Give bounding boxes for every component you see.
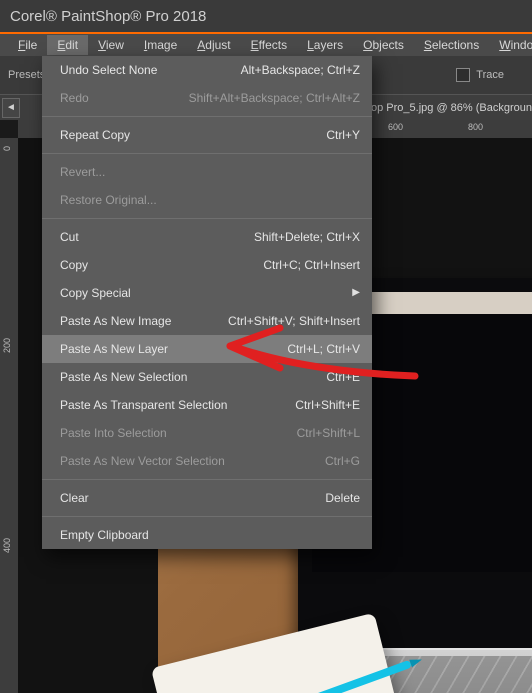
menu-item-label: Paste Into Selection xyxy=(60,425,167,441)
menu-item-shortcut: Ctrl+E xyxy=(326,369,360,385)
menu-item-label: Repeat Copy xyxy=(60,127,130,143)
menu-item-label: Revert... xyxy=(60,164,105,180)
menu-adjust[interactable]: Adjust xyxy=(187,35,240,55)
menu-separator xyxy=(42,153,372,154)
menu-item-shortcut: Ctrl+Y xyxy=(326,127,360,143)
menu-item-shortcut: Ctrl+Shift+V; Shift+Insert xyxy=(228,313,360,329)
nav-back-button[interactable]: ◄ xyxy=(2,98,20,118)
document-tab-label[interactable]: op Pro_5.jpg @ 86% (Backgroun xyxy=(371,102,532,114)
menu-item-label: Redo xyxy=(60,90,89,106)
menu-window[interactable]: Window xyxy=(489,35,532,55)
edit-menu-dropdown[interactable]: Undo Select None Alt+Backspace; Ctrl+Z Red… xyxy=(42,56,372,549)
menu-item-paste-as-new-layer[interactable]: Paste As New Layer Ctrl+L; Ctrl+V xyxy=(42,335,372,363)
menu-item-copy-special[interactable]: Copy Special ▶ xyxy=(42,279,372,307)
menu-separator xyxy=(42,479,372,480)
title-bar: Corel® PaintShop® Pro 2018 xyxy=(0,0,532,32)
menu-view[interactable]: View xyxy=(88,35,134,55)
menu-item-label: Empty Clipboard xyxy=(60,527,149,543)
menu-item-label: Copy Special xyxy=(60,285,131,301)
menu-label: Layers xyxy=(307,38,343,52)
ruler-tick: 200 xyxy=(2,338,12,353)
menu-bar[interactable]: File Edit View Image Adjust Effects Layers Obje… xyxy=(0,34,532,56)
menu-item-restore-original: Restore Original... xyxy=(42,186,372,214)
menu-item-copy[interactable]: Copy Ctrl+C; Ctrl+Insert xyxy=(42,251,372,279)
menu-item-label: Paste As Transparent Selection xyxy=(60,397,227,413)
menu-layers[interactable]: Layers xyxy=(297,35,353,55)
menu-file[interactable]: File xyxy=(8,35,47,55)
menu-item-revert: Revert... xyxy=(42,158,372,186)
menu-item-shortcut: Alt+Backspace; Ctrl+Z xyxy=(241,62,360,78)
menu-item-shortcut: Shift+Alt+Backspace; Ctrl+Alt+Z xyxy=(189,90,360,106)
chevron-left-icon: ◄ xyxy=(6,102,16,113)
menu-label: View xyxy=(98,38,124,52)
menu-label: Window xyxy=(499,38,532,52)
menu-separator xyxy=(42,218,372,219)
menu-selections[interactable]: Selections xyxy=(414,35,489,55)
menu-item-redo: Redo Shift+Alt+Backspace; Ctrl+Alt+Z xyxy=(42,84,372,112)
menu-item-shortcut: Ctrl+Shift+L xyxy=(297,425,360,441)
menu-item-label: Copy xyxy=(60,257,88,273)
menu-item-label: Undo Select None xyxy=(60,62,157,78)
menu-item-paste-as-new-vector-selection: Paste As New Vector Selection Ctrl+G xyxy=(42,447,372,475)
menu-label: Selections xyxy=(424,38,479,52)
menu-item-label: Paste As New Image xyxy=(60,313,171,329)
menu-item-paste-as-new-selection[interactable]: Paste As New Selection Ctrl+E xyxy=(42,363,372,391)
menu-edit[interactable]: Edit xyxy=(47,35,88,55)
menu-item-shortcut: Ctrl+Shift+E xyxy=(295,397,360,413)
menu-item-shortcut: Delete xyxy=(325,490,360,506)
menu-separator xyxy=(42,116,372,117)
menu-item-label: Cut xyxy=(60,229,79,245)
menu-label: Objects xyxy=(363,38,404,52)
menu-label: Effects xyxy=(251,38,287,52)
chevron-right-icon: ▶ xyxy=(352,285,360,301)
menu-item-label: Clear xyxy=(60,490,89,506)
menu-label: Edit xyxy=(57,38,78,52)
ruler-vertical: 0 200 400 xyxy=(0,138,18,693)
menu-item-shortcut: Ctrl+L; Ctrl+V xyxy=(287,341,360,357)
trace-option[interactable]: Trace xyxy=(456,68,504,82)
ruler-tick: 600 xyxy=(388,122,403,132)
menu-item-undo-select-none[interactable]: Undo Select None Alt+Backspace; Ctrl+Z xyxy=(42,56,372,84)
menu-item-cut[interactable]: Cut Shift+Delete; Ctrl+X xyxy=(42,223,372,251)
menu-effects[interactable]: Effects xyxy=(241,35,297,55)
menu-item-label: Paste As New Selection xyxy=(60,369,187,385)
ruler-tick: 400 xyxy=(2,538,12,553)
menu-label: Image xyxy=(144,38,177,52)
menu-objects[interactable]: Objects xyxy=(353,35,414,55)
menu-item-label: Paste As New Vector Selection xyxy=(60,453,225,469)
trace-checkbox[interactable] xyxy=(456,68,470,82)
menu-label: Adjust xyxy=(197,38,230,52)
ruler-tick: 800 xyxy=(468,122,483,132)
menu-item-shortcut: Shift+Delete; Ctrl+X xyxy=(254,229,360,245)
menu-item-shortcut: Ctrl+C; Ctrl+Insert xyxy=(263,257,360,273)
menu-label: File xyxy=(18,38,37,52)
ruler-tick: 0 xyxy=(2,146,12,151)
trace-label: Trace xyxy=(476,69,504,81)
menu-item-paste-as-transparent-selection[interactable]: Paste As Transparent Selection Ctrl+Shift… xyxy=(42,391,372,419)
menu-item-shortcut: Ctrl+G xyxy=(325,453,360,469)
menu-item-label: Restore Original... xyxy=(60,192,157,208)
menu-item-paste-into-selection: Paste Into Selection Ctrl+Shift+L xyxy=(42,419,372,447)
menu-item-empty-clipboard[interactable]: Empty Clipboard xyxy=(42,521,372,549)
menu-separator xyxy=(42,516,372,517)
menu-item-label: Paste As New Layer xyxy=(60,341,168,357)
menu-image[interactable]: Image xyxy=(134,35,187,55)
app-title: Corel® PaintShop® Pro 2018 xyxy=(10,8,206,25)
menu-item-repeat-copy[interactable]: Repeat Copy Ctrl+Y xyxy=(42,121,372,149)
menu-item-paste-as-new-image[interactable]: Paste As New Image Ctrl+Shift+V; Shift+In… xyxy=(42,307,372,335)
menu-item-clear[interactable]: Clear Delete xyxy=(42,484,372,512)
